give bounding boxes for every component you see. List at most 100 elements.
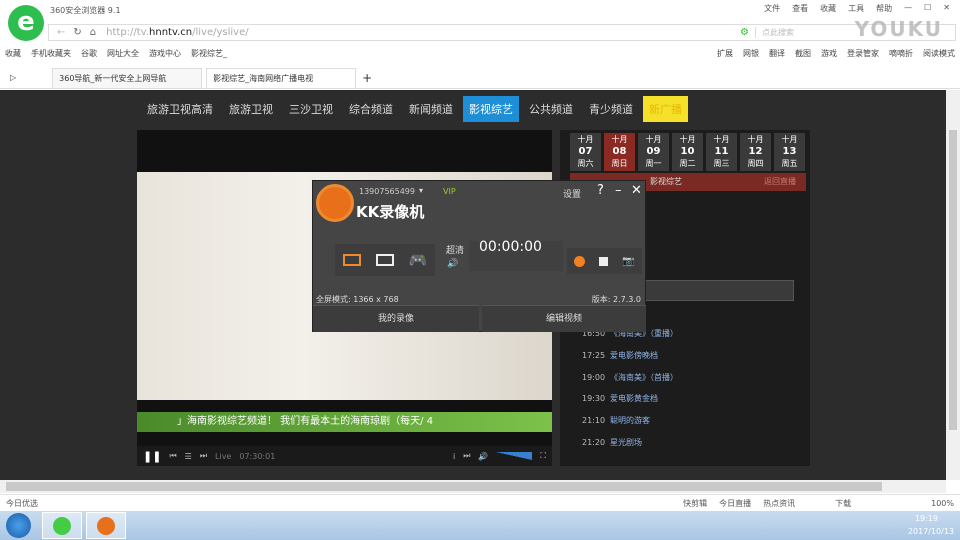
security-icon[interactable]: ⚙: [740, 27, 749, 38]
kk-mode-info: 全屏模式: 1366 x 768: [316, 295, 399, 304]
volume-icon[interactable]: 🔊: [478, 452, 488, 461]
menu-help[interactable]: 帮助: [876, 3, 892, 14]
toolbar-item[interactable]: 阅读模式: [923, 48, 955, 59]
bookmarks-bar: 收藏 手机收藏夹 谷歌 网址大全 游戏中心 影视综艺_ 扩展 网银 翻译 截图 …: [5, 48, 955, 59]
schedule-row[interactable]: 21:10 聪明的游客: [570, 410, 794, 431]
pause-icon[interactable]: ❚❚: [143, 450, 161, 463]
window-mode-icon[interactable]: [375, 254, 394, 266]
sidebar-toggle-icon[interactable]: ▷: [10, 73, 16, 82]
tab-active[interactable]: 影视综艺_海南网络广播电视: [206, 67, 357, 88]
date-tab[interactable]: 十月 09 周一: [638, 133, 669, 171]
close-button[interactable]: ✕: [943, 3, 950, 14]
kk-audio-icon[interactable]: 🔊: [447, 259, 458, 269]
volume-slider[interactable]: [496, 452, 533, 460]
toolbar-item[interactable]: 扩展: [717, 48, 733, 59]
start-button[interactable]: [6, 513, 31, 538]
kk-settings-button[interactable]: 设置: [563, 187, 581, 200]
prev-icon[interactable]: ⏮: [169, 451, 176, 461]
date-tab[interactable]: 十月 12 周四: [740, 133, 771, 171]
bookmark-item[interactable]: 网址大全: [107, 48, 139, 59]
fullscreen-mode-icon[interactable]: [342, 254, 361, 266]
info-icon[interactable]: i: [453, 452, 455, 461]
fullscreen-icon[interactable]: ⛶: [540, 451, 546, 461]
kk-record-group: 📷: [567, 248, 642, 274]
bookmark-item[interactable]: 手机收藏夹: [31, 48, 71, 59]
today-picks[interactable]: 今日优选: [6, 498, 38, 509]
menu-view[interactable]: 查看: [792, 3, 808, 14]
next-icon[interactable]: ⏭: [200, 451, 207, 461]
channel-tab[interactable]: 青少频道: [583, 96, 639, 122]
menu-favorites[interactable]: 收藏: [820, 3, 836, 14]
date-w: 周五: [781, 159, 798, 168]
toolbar-item[interactable]: 翻译: [769, 48, 785, 59]
channel-tab[interactable]: 新闻频道: [403, 96, 459, 122]
date-tab[interactable]: 十月 10 周二: [672, 133, 703, 171]
channel-tab[interactable]: 综合频道: [343, 96, 399, 122]
schedule-row[interactable]: 17:25 爱电影傍晚档: [570, 345, 794, 366]
address-bar[interactable]: ← ↻ ⌂ http://tv. hnntv.cn/live/yslive/ ⚙ …: [48, 17, 956, 41]
menu-tools[interactable]: 工具: [848, 3, 864, 14]
bookmark-item[interactable]: 收藏: [5, 48, 21, 59]
status-item[interactable]: 下载: [835, 498, 851, 509]
home-icon[interactable]: ⌂: [90, 27, 96, 38]
bookmark-item[interactable]: 影视综艺_: [191, 48, 227, 59]
status-item[interactable]: 快剪辑: [683, 498, 707, 509]
new-tab-icon[interactable]: +: [362, 71, 372, 85]
schedule-row[interactable]: 19:00 《海南美》（首播）: [570, 367, 794, 388]
taskbar-kk-icon[interactable]: [86, 512, 126, 539]
kk-version: 版本: 2.7.3.0: [591, 295, 641, 304]
status-item[interactable]: 今日直播: [719, 498, 751, 509]
channel-tab[interactable]: 旅游卫视: [223, 96, 279, 122]
toolbar-item[interactable]: 网银: [743, 48, 759, 59]
channel-tab[interactable]: 三沙卫视: [283, 96, 339, 122]
date-tab[interactable]: 十月 08 周日: [604, 133, 635, 171]
date-tab[interactable]: 十月 13 周五: [774, 133, 805, 171]
game-mode-icon[interactable]: 🎮: [409, 251, 428, 269]
date-w: 周六: [577, 159, 594, 168]
date-tab[interactable]: 十月 07 周六: [570, 133, 601, 171]
maximize-button[interactable]: ☐: [924, 3, 931, 14]
channel-tab[interactable]: 旅游卫视高清: [141, 96, 219, 122]
vertical-scrollbar[interactable]: [946, 90, 960, 480]
list-icon[interactable]: ☰: [185, 452, 192, 461]
record-icon[interactable]: [574, 255, 586, 267]
kk-quality[interactable]: 超清: [446, 243, 464, 256]
camera-icon[interactable]: 📷: [622, 256, 634, 267]
minimize-button[interactable]: —: [904, 3, 912, 14]
stop-icon[interactable]: [599, 256, 609, 266]
tab-360-nav[interactable]: 360导航_新一代安全上网导航: [52, 67, 203, 88]
schedule-row[interactable]: 19:30 爱电影黄金档: [570, 388, 794, 409]
clock-time[interactable]: 19:19: [915, 514, 938, 523]
toolbar-item[interactable]: 截图: [795, 48, 811, 59]
toolbar-item[interactable]: 游戏: [821, 48, 837, 59]
zoom-level[interactable]: 100%: [931, 499, 954, 508]
back-icon[interactable]: ←: [57, 27, 65, 38]
refresh-icon[interactable]: ↻: [73, 27, 81, 38]
channel-tab-active[interactable]: 影视综艺: [463, 96, 519, 122]
schedule-row[interactable]: 21:20 星光剧场: [570, 432, 794, 453]
status-item[interactable]: 热点资讯: [763, 498, 795, 509]
taskbar-browser-icon[interactable]: [42, 512, 82, 539]
row-program: 爱电影傍晚档: [610, 350, 658, 360]
kk-close-icon[interactable]: ✕: [631, 183, 642, 198]
toolbar-item[interactable]: 嘀嘀折: [889, 48, 913, 59]
kk-minimize-icon[interactable]: –: [615, 183, 622, 198]
channel-tab[interactable]: 公共频道: [523, 96, 579, 122]
skip-icon[interactable]: ⏭: [463, 451, 470, 461]
menu-file[interactable]: 文件: [764, 3, 780, 14]
date-m: 十月: [611, 135, 628, 144]
edit-video-button[interactable]: 编辑视频: [482, 305, 646, 332]
back-live-link[interactable]: 返回直播: [764, 173, 796, 191]
bookmark-item[interactable]: 游戏中心: [149, 48, 181, 59]
kk-help-icon[interactable]: ?: [597, 183, 604, 198]
url-path: /live/yslive/: [192, 27, 249, 38]
my-recordings-button[interactable]: 我的录像: [313, 305, 479, 332]
horizontal-scrollbar[interactable]: [0, 480, 946, 493]
kk-account-dropdown-icon[interactable]: ▾: [419, 186, 423, 195]
channel-tab-radio[interactable]: 新广播: [643, 96, 688, 122]
bookmark-item[interactable]: 谷歌: [81, 48, 97, 59]
toolbar-item[interactable]: 登录管家: [847, 48, 879, 59]
clock-date[interactable]: 2017/10/13: [908, 527, 954, 536]
date-tab[interactable]: 十月 11 周三: [706, 133, 737, 171]
kk-account[interactable]: 13907565499: [359, 187, 415, 196]
